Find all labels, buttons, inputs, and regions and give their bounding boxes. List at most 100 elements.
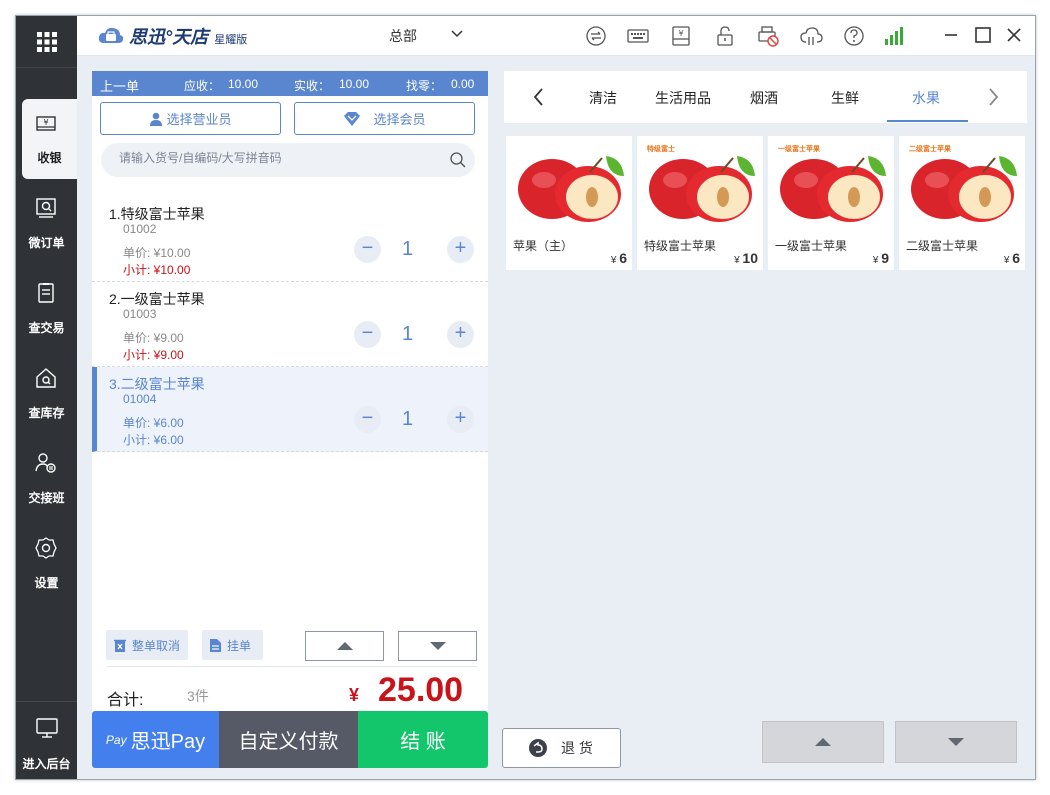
- scroll-up-button[interactable]: [305, 631, 384, 661]
- item-name: 3.二级富士苹果: [109, 376, 205, 392]
- user-icon: [150, 112, 163, 126]
- search-input[interactable]: [119, 151, 439, 165]
- decrease-qty-button[interactable]: −: [354, 406, 381, 433]
- product-card[interactable]: 苹果（主） ¥ 6: [506, 136, 632, 270]
- received-label: 实收：: [294, 79, 331, 93]
- tab-cleaning[interactable]: 清洁: [589, 88, 617, 108]
- triangle-up-icon: [336, 642, 353, 650]
- triangle-down-icon: [429, 642, 446, 650]
- select-salesperson-label: 选择营业员: [166, 112, 232, 127]
- item-code: 01002: [123, 222, 157, 236]
- cloud-sync-icon[interactable]: [799, 24, 823, 48]
- select-member-label: 选择会员: [373, 112, 426, 127]
- product-card[interactable]: 特级富士 特级富士苹果 ¥ 10: [637, 136, 763, 270]
- search-icon[interactable]: [449, 151, 467, 169]
- chevron-right-icon[interactable]: [986, 87, 1000, 107]
- sidebar-item-shift[interactable]: 交接班: [16, 439, 77, 519]
- sidebar-item-transactions[interactable]: 查交易: [16, 269, 77, 349]
- product-tag: 二级富士苹果: [909, 146, 951, 153]
- sidebar: ¥ 收银 微订单 查交易 查库存 交接班 设置 进入后台: [16, 16, 77, 779]
- product-name: 二级富士苹果: [906, 239, 979, 253]
- sidebar-item-label: 查交易: [28, 321, 65, 335]
- decrease-qty-button[interactable]: −: [354, 321, 381, 348]
- sidebar-item-cashier[interactable]: ¥ 收银: [22, 99, 77, 179]
- total-item-count: 3件: [187, 688, 209, 704]
- product-name: 特级富士苹果: [644, 239, 717, 253]
- product-price: ¥ 9: [872, 250, 889, 266]
- product-tag: 特级富士: [647, 146, 675, 153]
- cancel-order-label: 整单取消: [132, 638, 181, 653]
- title-bar: 思迅°天店 星耀版 总部 ¥: [77, 16, 1035, 56]
- tab-fruit[interactable]: 水果: [912, 88, 940, 108]
- item-quantity[interactable]: 1: [402, 238, 413, 261]
- increase-qty-button[interactable]: +: [447, 406, 474, 433]
- diamond-icon: [344, 111, 361, 126]
- tab-tobacco-liquor[interactable]: 烟酒: [750, 88, 778, 108]
- apple-image: [911, 156, 1017, 222]
- return-goods-button[interactable]: 退 货: [502, 728, 621, 768]
- help-icon[interactable]: [842, 24, 866, 48]
- change-value: 0.00: [451, 77, 475, 91]
- hold-order-button[interactable]: 挂单: [202, 630, 263, 660]
- exchange-icon[interactable]: [584, 24, 608, 48]
- item-quantity[interactable]: 1: [402, 408, 413, 431]
- cart-panel: 上一单 应收： 10.00 实收： 10.00 找零： 0.00 选择营业员 选…: [92, 71, 488, 768]
- decrease-qty-button[interactable]: −: [354, 236, 381, 263]
- sidebar-item-label: 查库存: [28, 406, 65, 420]
- chevron-left-icon[interactable]: [532, 87, 546, 107]
- tab-daily-goods[interactable]: 生活用品: [655, 88, 711, 108]
- document-icon: [210, 638, 221, 652]
- select-member-button[interactable]: 选择会员: [294, 102, 475, 135]
- item-quantity[interactable]: 1: [402, 323, 413, 346]
- app-logo: 思迅°天店 星耀版: [97, 23, 247, 49]
- shift-handover-icon: [35, 453, 56, 473]
- sixun-pay-label: 思迅Pay: [130, 731, 206, 753]
- tab-fresh[interactable]: 生鲜: [831, 88, 859, 108]
- receivable-label: 应收：: [184, 79, 221, 93]
- currency-symbol: ¥: [349, 685, 360, 705]
- signal-strength-icon: [885, 27, 903, 45]
- printer-disabled-icon[interactable]: [756, 24, 780, 48]
- keyboard-icon[interactable]: [626, 24, 650, 48]
- enter-backend-button[interactable]: 进入后台: [16, 701, 77, 779]
- sidebar-item-settings[interactable]: 设置: [16, 524, 77, 604]
- cart-row[interactable]: 1.特级富士苹果 01002 单价: ¥10.00 小计: ¥10.00 − 1…: [92, 197, 488, 282]
- increase-qty-button[interactable]: +: [447, 321, 474, 348]
- cart-summary-bar: 上一单 应收： 10.00 实收： 10.00 找零： 0.00: [92, 71, 488, 96]
- page-up-button[interactable]: [762, 721, 884, 763]
- sixun-pay-button[interactable]: Pay 思迅Pay: [92, 711, 219, 768]
- sidebar-item-micro-order[interactable]: 微订单: [16, 184, 77, 264]
- item-subtotal: 小计: ¥9.00: [123, 348, 184, 362]
- product-tag: 一级富士苹果: [778, 146, 820, 153]
- active-tab-indicator: [887, 120, 968, 122]
- select-salesperson-button[interactable]: 选择营业员: [100, 102, 281, 135]
- maximize-icon[interactable]: [972, 24, 994, 46]
- item-name: 1.特级富士苹果: [109, 206, 205, 222]
- lock-icon[interactable]: [713, 24, 737, 48]
- increase-qty-button[interactable]: +: [447, 236, 474, 263]
- prev-order-link[interactable]: 上一单: [100, 76, 139, 95]
- product-card[interactable]: 二级富士苹果 二级富士苹果 ¥ 6: [899, 136, 1025, 270]
- cash-drawer-icon[interactable]: ¥: [669, 24, 693, 48]
- monitor-icon: [36, 718, 58, 738]
- cancel-order-button[interactable]: 整单取消: [106, 630, 188, 660]
- scroll-down-button[interactable]: [398, 631, 477, 661]
- edition-label: 星耀版: [214, 33, 248, 46]
- change-label: 找零：: [406, 79, 443, 93]
- product-price: ¥ 6: [1003, 250, 1020, 266]
- product-card[interactable]: 一级富士苹果 一级富士苹果 ¥ 9: [768, 136, 894, 270]
- custom-payment-button[interactable]: 自定义付款: [219, 711, 358, 768]
- chevron-down-icon[interactable]: [449, 26, 465, 42]
- cart-row-selected[interactable]: 3.二级富士苹果 01004 单价: ¥6.00 小计: ¥6.00 − 1 +: [92, 367, 488, 452]
- checkout-button[interactable]: 结 账: [358, 711, 488, 768]
- sidebar-item-inventory[interactable]: 查库存: [16, 354, 77, 434]
- close-icon[interactable]: [1003, 24, 1025, 46]
- trash-icon: [114, 639, 126, 652]
- apps-grid-button[interactable]: [16, 16, 77, 68]
- minimize-icon[interactable]: [940, 24, 962, 46]
- hold-order-label: 挂单: [227, 638, 252, 653]
- page-down-button[interactable]: [895, 721, 1017, 763]
- triangle-up-icon: [815, 738, 831, 746]
- store-selector[interactable]: 总部: [389, 26, 417, 46]
- cart-row[interactable]: 2.一级富士苹果 01003 单价: ¥9.00 小计: ¥9.00 − 1 +: [92, 282, 488, 367]
